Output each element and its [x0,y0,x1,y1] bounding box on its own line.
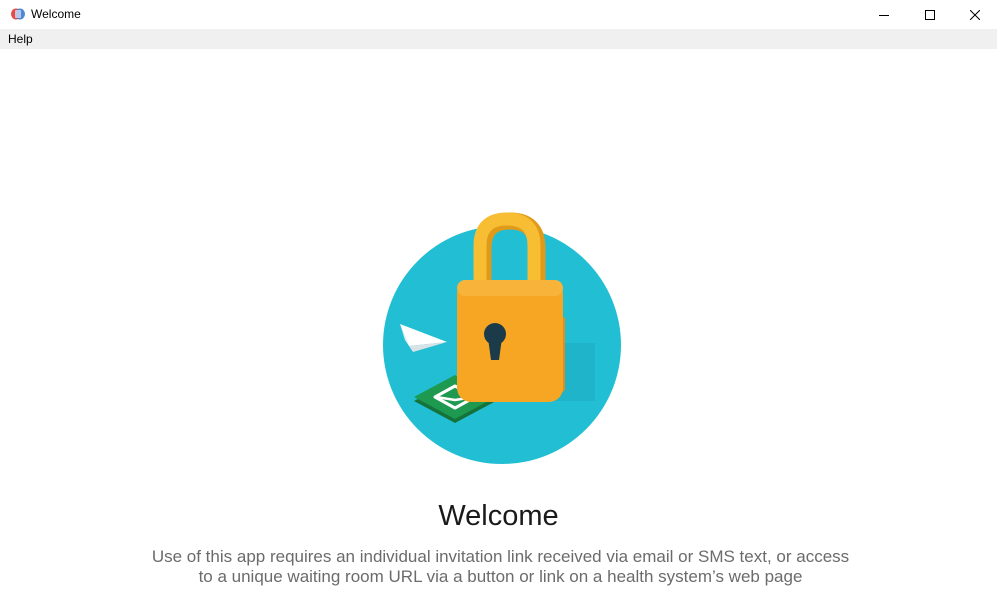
close-icon [970,9,980,20]
minimize-icon [879,10,889,20]
app-window: Welcome Help Welcome Use of this app req… [0,0,997,615]
menu-item-help[interactable]: Help [2,31,39,48]
app-logo-icon [10,7,26,21]
welcome-content: Welcome Use of this app requires an indi… [0,49,997,615]
close-button[interactable] [952,0,997,29]
welcome-heading: Welcome [438,500,559,532]
window-title: Welcome [31,7,81,21]
minimize-button[interactable] [861,0,907,29]
welcome-illustration [375,212,630,467]
welcome-description: Use of this app requires an individual i… [151,547,850,586]
menu-bar: Help [0,29,997,49]
maximize-button[interactable] [907,0,953,29]
maximize-icon [925,9,935,20]
title-bar[interactable]: Welcome [0,0,997,29]
